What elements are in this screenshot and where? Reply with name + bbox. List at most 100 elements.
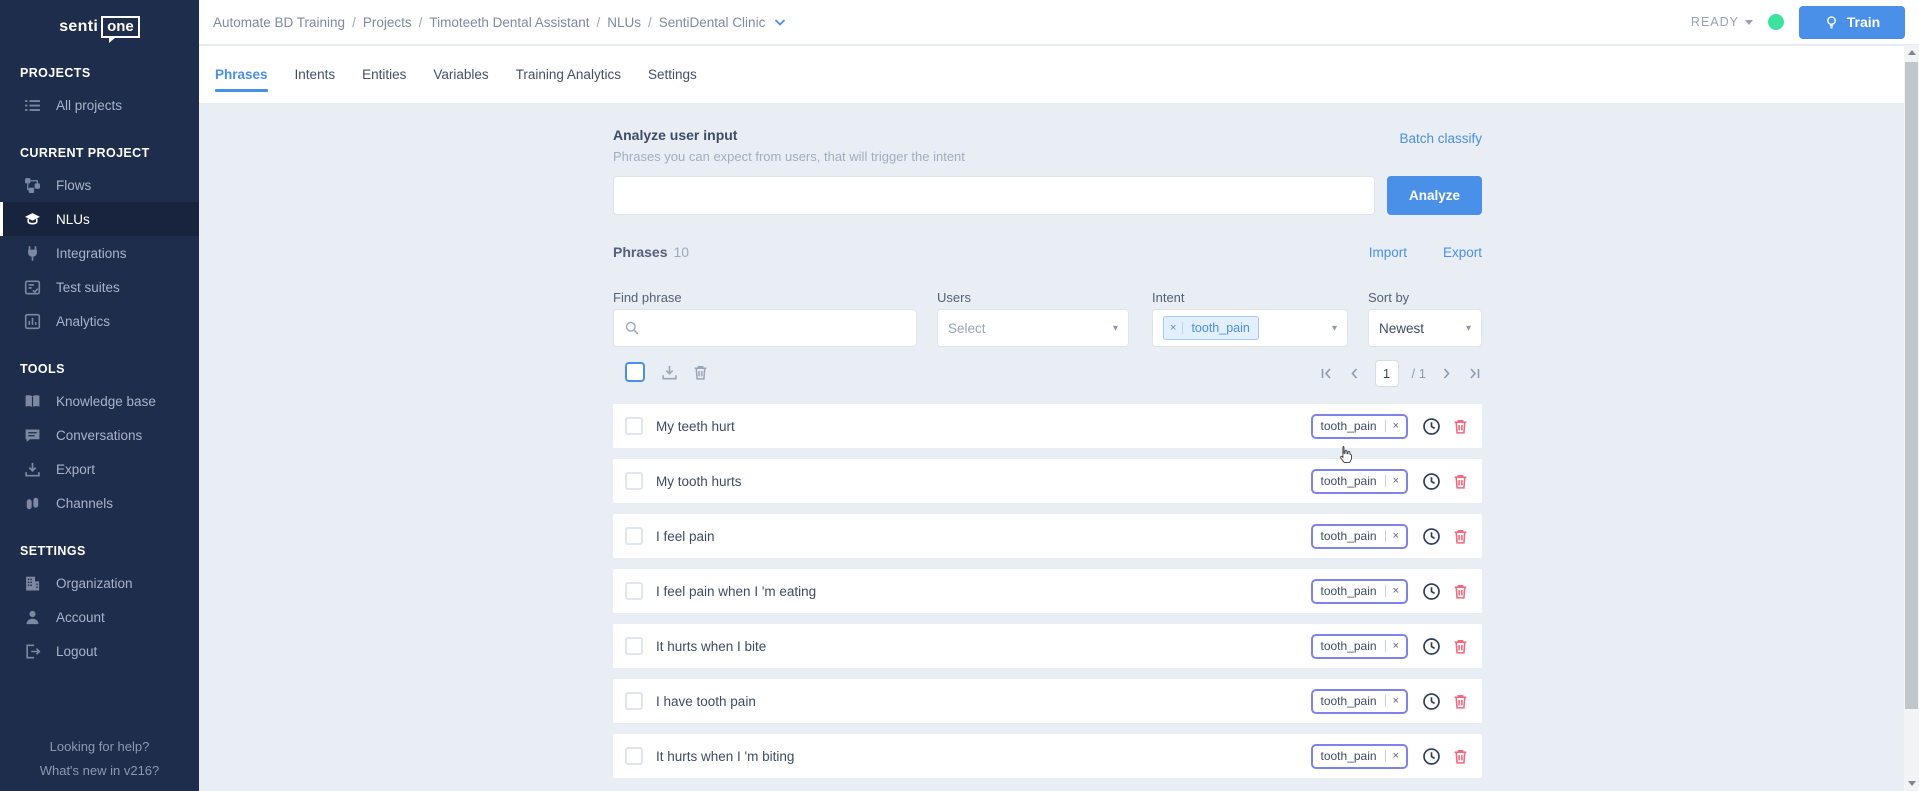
topbar-right: READY Train [1691,6,1905,39]
phrase-intent-tag[interactable]: tooth_pain × [1311,469,1409,494]
phrase-checkbox[interactable] [625,417,643,435]
phrase-checkbox[interactable] [625,637,643,655]
sidebar-item-organization[interactable]: Organization [0,566,199,600]
delete-phrase-icon[interactable] [1452,583,1469,600]
logout-icon [24,643,41,660]
delete-phrase-icon[interactable] [1452,748,1469,765]
remove-intent-icon[interactable]: × [1385,530,1406,542]
sentione-logo[interactable]: senti one [0,0,199,42]
breadcrumb-item[interactable]: Automate BD Training [213,15,345,30]
scroll-down-arrow[interactable] [1904,776,1919,791]
sidebar-item-account[interactable]: Account [0,600,199,634]
intent-tag-label: tooth_pain [1313,749,1385,763]
phrase-text: I feel pain when I 'm eating [656,584,816,599]
breadcrumb-item[interactable]: NLUs [607,15,641,30]
train-button[interactable]: Train [1799,6,1905,39]
sidebar-header-settings: SETTINGS [20,544,199,558]
phrase-checkbox[interactable] [625,747,643,765]
chevron-down-icon[interactable] [774,18,786,27]
history-clock-icon[interactable] [1422,637,1441,656]
users-select[interactable]: Select ▾ [937,309,1129,347]
vertical-scrollbar[interactable] [1904,45,1919,791]
remove-intent-icon[interactable]: × [1385,750,1406,762]
phrase-intent-tag[interactable]: tooth_pain × [1311,579,1409,604]
delete-phrase-icon[interactable] [1452,418,1469,435]
delete-phrase-icon[interactable] [1452,638,1469,655]
remove-intent-icon[interactable]: × [1385,420,1406,432]
analyze-button[interactable]: Analyze [1387,176,1482,215]
phrase-intent-tag[interactable]: tooth_pain × [1311,414,1409,439]
breadcrumb-item[interactable]: Timoteeth Dental Assistant [429,15,589,30]
next-page-icon[interactable] [1439,366,1454,381]
status-label: READY [1691,15,1739,29]
phrase-checkbox[interactable] [625,472,643,490]
batch-classify-link[interactable]: Batch classify [1399,131,1482,146]
remove-intent-icon[interactable]: × [1385,640,1406,652]
phrase-intent-tag[interactable]: tooth_pain × [1311,524,1409,549]
scrollbar-thumb[interactable] [1905,62,1918,709]
sidebar-item-flows[interactable]: Flows [0,168,199,202]
help-link[interactable]: Looking for help? [0,735,199,759]
nlu-status-dropdown[interactable]: READY [1691,15,1753,29]
breadcrumb-separator: / [352,15,356,30]
sidebar-item-all-projects[interactable]: All projects [0,88,199,122]
delete-selected-icon[interactable] [692,364,709,381]
bar-chart-icon [24,313,41,330]
delete-phrase-icon[interactable] [1452,473,1469,490]
sidebar-item-export[interactable]: Export [0,452,199,486]
tab-intents[interactable]: Intents [295,46,336,103]
sidebar-item-logout[interactable]: Logout [0,634,199,668]
select-all-checkbox[interactable] [625,362,645,382]
prev-page-icon[interactable] [1347,366,1362,381]
tab-phrases[interactable]: Phrases [215,46,268,103]
phrase-text: It hurts when I bite [656,639,766,654]
phrase-intent-tag[interactable]: tooth_pain × [1311,744,1409,769]
sidebar-item-channels[interactable]: Channels [0,486,199,520]
history-clock-icon[interactable] [1422,692,1441,711]
download-selected-icon[interactable] [661,364,678,381]
remove-intent-filter-icon[interactable]: × [1164,322,1183,334]
phrase-checkbox[interactable] [625,527,643,545]
breadcrumb-item[interactable]: SentiDental Clinic [659,15,766,30]
remove-intent-icon[interactable]: × [1385,475,1406,487]
caret-down-icon: ▾ [1332,323,1337,334]
sidebar-item-test-suites[interactable]: Test suites [0,270,199,304]
import-link[interactable]: Import [1369,245,1407,260]
history-clock-icon[interactable] [1422,472,1441,491]
sort-by-select[interactable]: Newest ▾ [1368,309,1482,347]
scroll-up-arrow[interactable] [1904,45,1919,60]
last-page-icon[interactable] [1467,366,1482,381]
sidebar-item-conversations[interactable]: Conversations [0,418,199,452]
remove-intent-icon[interactable]: × [1385,585,1406,597]
whats-new-link[interactable]: What's new in v216? [0,759,199,783]
tab-settings[interactable]: Settings [648,46,697,103]
export-link[interactable]: Export [1443,245,1482,260]
tab-training-analytics[interactable]: Training Analytics [516,46,621,103]
first-page-icon[interactable] [1319,366,1334,381]
phrase-checkbox[interactable] [625,582,643,600]
history-clock-icon[interactable] [1422,582,1441,601]
breadcrumb-item[interactable]: Projects [363,15,412,30]
current-page-box[interactable]: 1 [1375,360,1399,387]
sidebar-item-analytics[interactable]: Analytics [0,304,199,338]
tab-variables[interactable]: Variables [433,46,488,103]
phrase-checkbox[interactable] [625,692,643,710]
history-clock-icon[interactable] [1422,527,1441,546]
phrase-intent-tag[interactable]: tooth_pain × [1311,689,1409,714]
sidebar-item-integrations[interactable]: Integrations [0,236,199,270]
delete-phrase-icon[interactable] [1452,528,1469,545]
phrase-intent-tag[interactable]: tooth_pain × [1311,634,1409,659]
phrase-row: I feel pain tooth_pain × [613,514,1482,558]
find-phrase-input[interactable] [648,321,906,336]
sidebar-item-knowledge-base[interactable]: Knowledge base [0,384,199,418]
tab-entities[interactable]: Entities [362,46,406,103]
book-icon [24,393,41,410]
intent-select[interactable]: × tooth_pain ▾ [1152,309,1348,347]
delete-phrase-icon[interactable] [1452,693,1469,710]
sidebar-item-nlus[interactable]: NLUs [0,202,199,236]
remove-intent-icon[interactable]: × [1385,695,1406,707]
history-clock-icon[interactable] [1422,747,1441,766]
history-clock-icon[interactable] [1422,417,1441,436]
sidebar-item-label: Conversations [56,428,142,443]
analyze-input[interactable] [613,176,1375,215]
